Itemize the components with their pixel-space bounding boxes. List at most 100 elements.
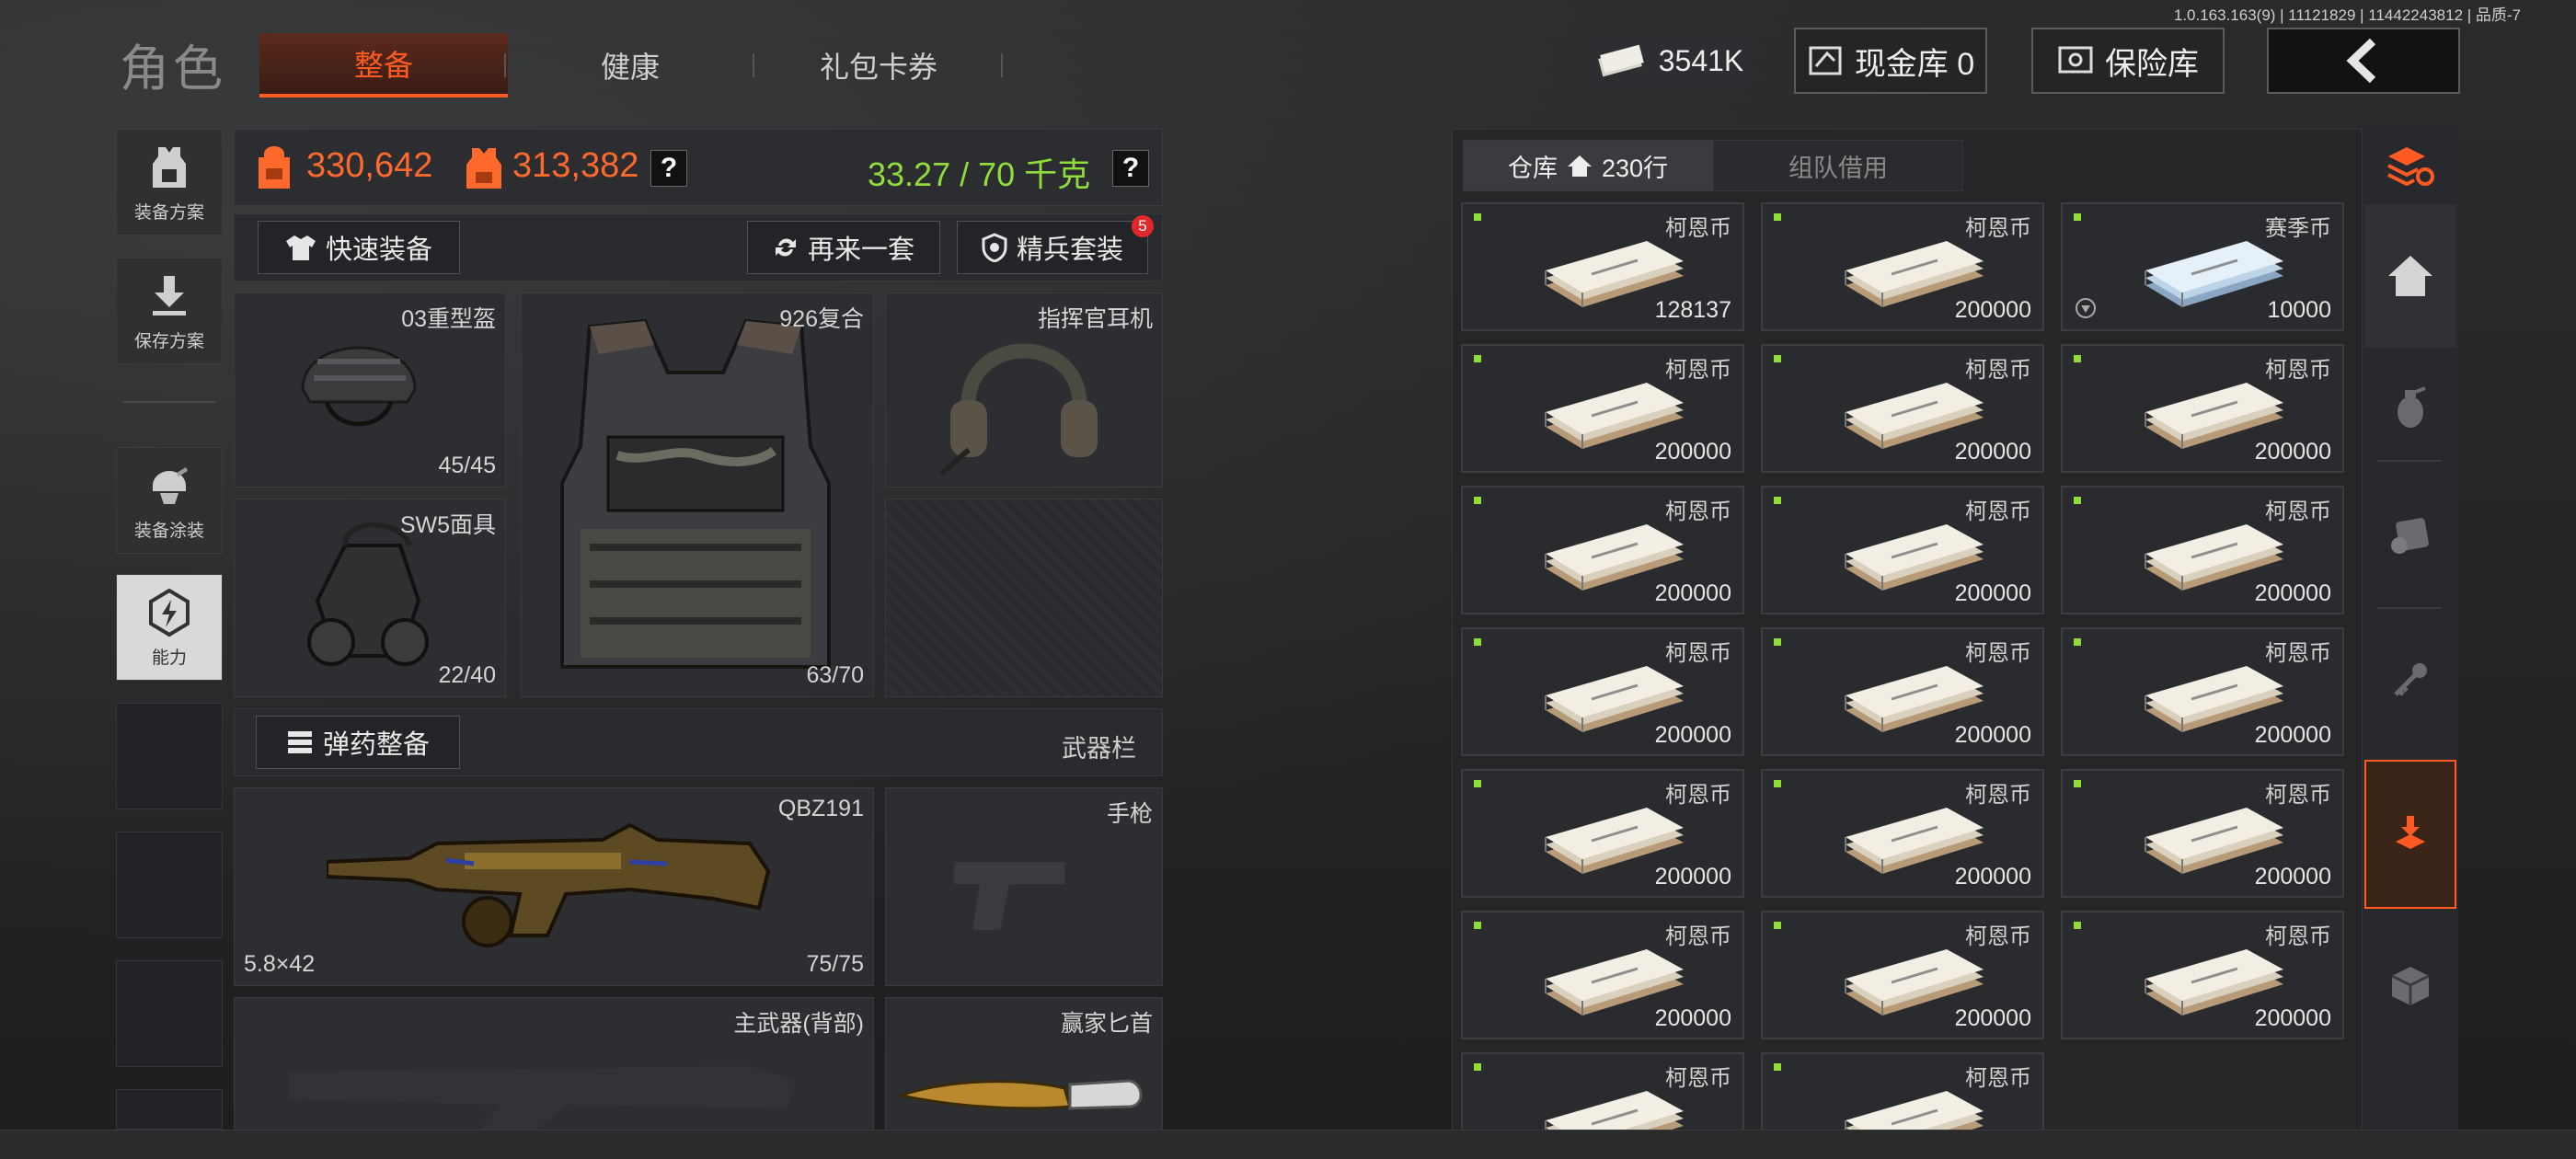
item-quantity: 200000	[1654, 439, 1731, 465]
tab-team-borrow[interactable]: 组队借用	[1713, 140, 1963, 191]
back-button[interactable]	[2267, 28, 2460, 94]
category-box-button[interactable]	[2364, 916, 2456, 1054]
helmet-slot[interactable]: 03重型盔 45/45	[234, 293, 506, 488]
sidebar-label: 装备涂装	[133, 521, 204, 541]
warehouse-item[interactable]: 柯恩币 200000	[1461, 911, 1744, 1039]
warehouse-item[interactable]: 柯恩币 128137	[1461, 202, 1744, 331]
item-name: 柯恩币	[1665, 499, 1731, 524]
tab-storage[interactable]: 仓库 230行	[1463, 140, 1713, 191]
mask-image	[307, 522, 429, 666]
item-quantity: 128137	[1654, 297, 1731, 323]
item-name: 柯恩币	[2265, 641, 2331, 666]
category-home-button[interactable]	[2364, 204, 2456, 348]
elite-kit-badge: 5	[1132, 215, 1154, 237]
cash-vault-button[interactable]: 现金库 0	[1794, 28, 1987, 94]
warehouse-item[interactable]: 柯恩币 200000	[2061, 344, 2344, 473]
category-medical-button[interactable]	[2364, 465, 2456, 603]
elite-kit-label: 精兵套装	[1016, 235, 1123, 265]
body-armor-slot[interactable]: 926复合 63/70	[521, 293, 874, 697]
item-quantity: 10000	[2267, 297, 2331, 323]
warehouse-item[interactable]: 柯恩币 200000	[1761, 769, 2044, 898]
category-key-button[interactable]	[2364, 611, 2456, 749]
warehouse-item[interactable]: 柯恩币 200000	[2061, 627, 2344, 756]
ammo-equip-button[interactable]: 弹药整备	[256, 716, 460, 769]
item-name: 柯恩币	[2265, 358, 2331, 383]
warehouse-item[interactable]: 柯恩币 200000	[1461, 344, 1744, 473]
warehouse-item[interactable]: 柯恩币	[1461, 1052, 1744, 1130]
safe-box-label: 保险库	[2105, 46, 2199, 82]
equip-paint-button[interactable]: 装备涂装	[116, 447, 223, 554]
category-collection-button[interactable]	[2364, 760, 2456, 909]
value-help-button[interactable]: ?	[650, 150, 687, 187]
tab-label: 健康	[600, 51, 660, 84]
warehouse-item[interactable]: 柯恩币 200000	[2061, 769, 2344, 898]
back-weapon-slot[interactable]: 主武器(背部)	[234, 997, 874, 1135]
warehouse-item[interactable]: 柯恩币 200000	[1761, 202, 2044, 331]
team-tab-label: 组队借用	[1788, 154, 1888, 182]
cash-vault-icon	[1809, 46, 1842, 75]
headset-slot[interactable]: 指挥官耳机	[885, 293, 1163, 488]
warehouse-item[interactable]: 柯恩币 200000	[2061, 911, 2344, 1039]
helmet-name: 03重型盔	[401, 306, 496, 332]
reequip-button[interactable]: 再来一套	[747, 221, 940, 274]
vest-plan-icon	[153, 146, 186, 188]
empty-equip-slot[interactable]	[885, 499, 1163, 697]
tab-gift-coupons[interactable]: 礼包卡券	[754, 33, 1003, 98]
new-item-marker	[1774, 780, 1781, 787]
backpack-value-icon	[259, 146, 290, 189]
back-weapon-label: 主武器(背部)	[733, 1011, 864, 1037]
helmet-durability: 45/45	[438, 453, 496, 478]
pistol-slot[interactable]: 手枪	[885, 787, 1163, 986]
tab-health[interactable]: 健康	[506, 33, 754, 98]
save-plan-button[interactable]: 保存方案	[116, 258, 223, 364]
new-item-marker	[1774, 1063, 1781, 1071]
elite-kit-button[interactable]: 精兵套装	[957, 221, 1148, 274]
ability-button[interactable]: 能力	[116, 574, 223, 681]
headset-image	[939, 343, 1098, 476]
money-amount: 3541K	[1658, 43, 1744, 77]
warehouse-item[interactable]: 柯恩币 200000	[1761, 486, 2044, 614]
primary-weapon-caliber: 5.8×42	[244, 951, 316, 977]
warehouse-item[interactable]: 柯恩币 200000	[2061, 486, 2344, 614]
cash-vault-label: 现金库 0	[1854, 46, 1975, 82]
mask-slot[interactable]: SW5面具 22/40	[234, 499, 506, 697]
new-item-marker	[1474, 922, 1481, 929]
warehouse-item[interactable]: 柯恩币 200000	[1461, 486, 1744, 614]
warehouse-item[interactable]: 柯恩币 200000	[1461, 769, 1744, 898]
new-item-marker	[2074, 213, 2081, 221]
money-display: 3541K	[1590, 35, 1750, 86]
ammo-icon	[287, 731, 312, 753]
weight-value: 33.27 / 70 千克	[868, 155, 1091, 193]
help-glyph: ?	[1121, 153, 1140, 183]
warehouse-item[interactable]: 柯恩币 200000	[1761, 344, 2044, 473]
new-item-marker	[2074, 497, 2081, 504]
item-quantity: 200000	[1954, 580, 2031, 606]
quick-equip-button[interactable]: 快速装备	[258, 221, 460, 274]
category-grenade-button[interactable]	[2364, 350, 2456, 464]
key-icon	[2394, 663, 2427, 696]
item-name: 柯恩币	[1665, 1066, 1731, 1091]
empty-sidebar-slot	[116, 960, 223, 1067]
weight-help-button[interactable]: ?	[1112, 150, 1149, 187]
armor-value: 313,382	[512, 146, 639, 185]
equip-plan-button[interactable]: 装备方案	[116, 129, 223, 235]
warehouse-item[interactable]: 柯恩币 200000	[1761, 627, 2044, 756]
item-quantity: 200000	[1654, 864, 1731, 889]
warehouse-item[interactable]: 柯恩币	[1761, 1052, 2044, 1130]
tab-equip[interactable]: 整备	[259, 33, 508, 98]
warehouse-item[interactable]: 柯恩币 200000	[1761, 911, 2044, 1039]
primary-weapon-slot[interactable]: QBZ191 5.8×42 75/75	[234, 787, 874, 986]
warehouse-item[interactable]: 柯恩币 200000	[1461, 627, 1744, 756]
shirt-icon	[285, 235, 316, 260]
primary-weapon-name: QBZ191	[777, 796, 864, 821]
melee-slot[interactable]: 赢家匕首	[885, 997, 1163, 1135]
new-item-marker	[1474, 1063, 1481, 1071]
safe-box-button[interactable]: 保险库	[2031, 28, 2225, 94]
category-all-button[interactable]	[2364, 129, 2456, 202]
box-icon	[2391, 967, 2430, 1005]
new-item-marker	[1774, 213, 1781, 221]
weapon-bar-label: 武器栏	[1062, 735, 1136, 763]
bottom-bar	[0, 1130, 2576, 1159]
new-item-marker	[2074, 355, 2081, 362]
warehouse-item[interactable]: 赛季币 10000	[2061, 202, 2344, 331]
